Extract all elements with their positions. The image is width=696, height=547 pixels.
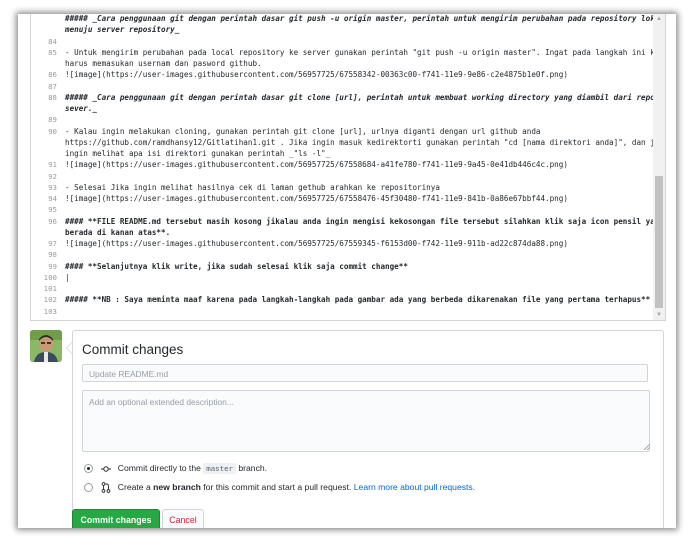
line-number: 97 (48, 239, 57, 248)
code-line[interactable]: - Selesai Jika ingin melihat hasilnya ce… (65, 183, 440, 192)
commit-changes-button[interactable]: Commit changes (72, 509, 160, 528)
line-number: 95 (48, 205, 57, 215)
line-number: 85 (48, 47, 57, 57)
line-number: 96 (48, 216, 57, 226)
new-branch-radio[interactable] (84, 483, 93, 493)
line-number: 93 (48, 182, 57, 192)
code-line[interactable]: ##### _Cara penggunaan git dengan perint… (65, 14, 664, 23)
user-photo-icon (30, 330, 62, 362)
code-line[interactable]: menuju server repository_ (65, 25, 179, 34)
commit-heading: Commit changes (82, 342, 184, 357)
code-line[interactable]: sever._ (65, 104, 97, 113)
pull-request-icon (102, 482, 111, 494)
resize-handle-icon[interactable] (644, 444, 650, 450)
code-line[interactable]: ##### _Cara penggunaan git dengan perint… (65, 93, 665, 102)
commit-directly-option[interactable]: Commit directly to the master branch. (84, 463, 268, 474)
code-line[interactable]: #### **Selanjutnya klik write, jika suda… (65, 262, 408, 271)
line-number: 84 (48, 36, 57, 46)
line-number: 102 (43, 295, 57, 305)
code-line[interactable]: ingin melihat apa isi direktori gunakan … (65, 149, 330, 158)
code-line[interactable]: ![image](https://user-images.githubuserc… (65, 70, 568, 79)
editor-content[interactable]: ##### _Cara penggunaan git dengan perint… (31, 14, 665, 320)
code-line[interactable]: ![image](https://user-images.githubuserc… (65, 160, 568, 169)
code-line[interactable]: https://github.com/ramdhansy12/Gitlatiha… (65, 138, 665, 147)
branch-name-badge: master (203, 463, 236, 474)
code-line[interactable]: - Untuk mengirim perubahan pada local re… (65, 48, 665, 57)
commit-summary-input[interactable]: Update README.md (82, 364, 648, 382)
line-number: 103 (43, 306, 57, 316)
panel-pointer-inner (67, 343, 72, 353)
git-commit-icon (101, 466, 112, 472)
new-branch-bold: new branch (153, 482, 201, 492)
commit-directly-suffix: branch. (238, 463, 268, 473)
commit-directly-label: Commit directly to the (117, 463, 201, 473)
screenshot-frame: ##### _Cara penggunaan git dengan perint… (18, 14, 676, 528)
line-number: 98 (48, 250, 57, 260)
new-branch-prefix: Create a (117, 482, 151, 492)
learn-more-pull-requests-link[interactable]: Learn more about pull requests. (354, 482, 475, 492)
line-number: 99 (48, 261, 57, 271)
line-number: 90 (48, 126, 57, 136)
code-line[interactable]: ##### **NB : Saya meminta maaf karena pa… (65, 295, 650, 304)
scroll-up-arrow-icon[interactable]: ▲ (655, 15, 663, 23)
commit-description-textarea[interactable]: Add an optional extended description... (82, 390, 650, 452)
code-editor[interactable]: ##### _Cara penggunaan git dengan perint… (30, 14, 666, 321)
line-number: 86 (48, 70, 57, 80)
code-line[interactable]: | (65, 273, 70, 282)
code-line[interactable]: ![image](https://user-images.githubuserc… (65, 194, 568, 203)
avatar[interactable] (30, 330, 62, 362)
code-line[interactable]: - Kalau ingin melakukan cloning, gunakan… (65, 127, 540, 136)
line-number: 101 (43, 284, 57, 293)
commit-directly-radio[interactable] (84, 464, 93, 474)
code-line[interactable]: harus memasukan usernam dan pasword gith… (65, 59, 262, 68)
new-branch-option[interactable]: Create a new branch for this commit and … (84, 482, 475, 494)
line-number: 92 (48, 171, 57, 181)
line-number: 87 (48, 81, 57, 91)
code-line[interactable]: #### **FILE README.md tersebut masih kos… (65, 217, 664, 226)
code-line[interactable]: ![image](https://user-images.githubuserc… (65, 239, 568, 248)
line-number: 91 (48, 160, 57, 170)
line-number: 100 (43, 272, 57, 282)
code-line[interactable]: berada di kanan atas**. (65, 228, 170, 237)
scrollbar-thumb[interactable] (655, 176, 663, 308)
line-number: 94 (48, 194, 57, 203)
scroll-down-arrow-icon[interactable]: ▼ (655, 311, 663, 319)
new-branch-suffix: for this commit and start a pull request… (203, 482, 352, 492)
line-number: 88 (48, 92, 57, 102)
cancel-button[interactable]: Cancel (162, 509, 204, 528)
line-number: 89 (48, 115, 57, 125)
